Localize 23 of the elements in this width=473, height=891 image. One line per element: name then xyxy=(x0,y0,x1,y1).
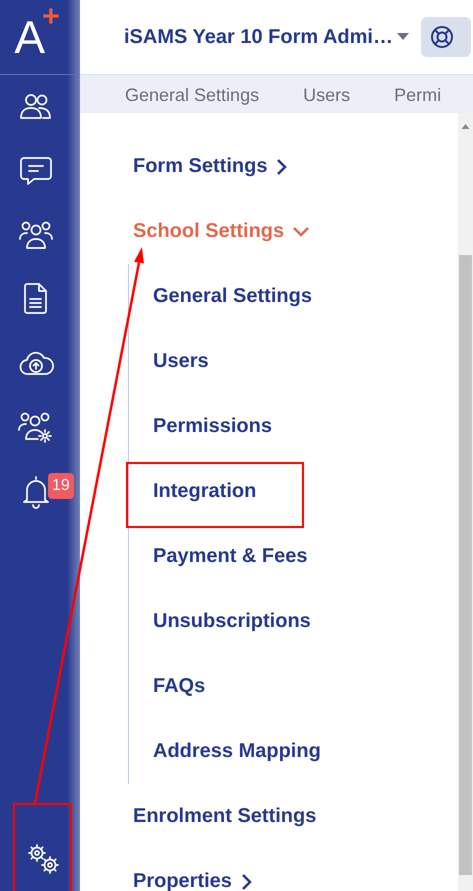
menu-item[interactable]: Properties xyxy=(133,870,252,891)
tab[interactable]: General Settings xyxy=(125,85,260,113)
lifebuoy-icon xyxy=(428,24,455,50)
logo-plus: + xyxy=(42,6,60,28)
notification-badge: 19 xyxy=(48,473,74,499)
help-button[interactable] xyxy=(420,17,471,57)
chevron-right-icon xyxy=(240,872,252,890)
submenu-item[interactable]: FAQs xyxy=(153,675,206,698)
chevron-down-icon xyxy=(292,226,310,238)
submenu-item[interactable]: Payment & Fees xyxy=(153,545,308,568)
submenu-item[interactable]: General Settings xyxy=(153,285,312,308)
submenu-item[interactable]: Integration xyxy=(153,480,256,503)
tab[interactable]: Users xyxy=(303,85,350,113)
submenu-item[interactable]: Permissions xyxy=(153,415,272,438)
caret-icon[interactable] xyxy=(396,33,409,41)
tab[interactable]: Permi xyxy=(394,85,442,113)
submenu-item[interactable]: Unsubscriptions xyxy=(153,610,311,633)
menu-item[interactable]: Enrolment Settings xyxy=(133,805,316,828)
submenu-item[interactable]: Address Mapping xyxy=(153,740,321,763)
menu-item[interactable]: Form Settings xyxy=(133,155,288,178)
form-title[interactable]: iSAMS Year 10 Form Admi… xyxy=(124,26,393,48)
submenu-item[interactable]: Users xyxy=(153,350,209,373)
chevron-right-icon xyxy=(276,158,288,176)
